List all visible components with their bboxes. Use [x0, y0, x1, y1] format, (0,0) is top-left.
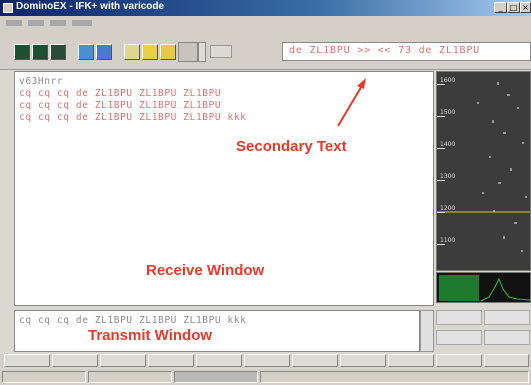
menu-file[interactable] — [6, 20, 22, 26]
macro-button[interactable] — [340, 354, 386, 367]
macro-button[interactable] — [244, 354, 290, 367]
tx-button[interactable] — [32, 44, 48, 60]
receive-line: cq cq cq de ZL1BPU ZL1BPU ZL1BPU kkk — [19, 112, 247, 123]
scale-label: 1200 — [440, 205, 456, 212]
annotation-receive-window: Receive Window — [146, 262, 265, 279]
speed-spinner[interactable] — [198, 42, 206, 62]
side-button-4[interactable] — [484, 330, 530, 345]
macro-button[interactable] — [196, 354, 242, 367]
status-field — [174, 371, 258, 383]
speed-selector[interactable] — [178, 42, 198, 62]
minimize-icon[interactable]: _ — [494, 2, 507, 13]
scale-label: 1500 — [440, 109, 456, 116]
status-field — [260, 371, 529, 383]
side-button-2[interactable] — [484, 310, 530, 325]
receive-line: cq cq cq de ZL1BPU ZL1BPU ZL1BPU — [19, 100, 222, 111]
transmit-scrollbar[interactable] — [420, 310, 434, 352]
window-title: DominoEX - IFK+ with varicode — [16, 1, 165, 12]
side-button-3[interactable] — [436, 330, 482, 345]
menu-bar — [0, 16, 531, 30]
clear-button[interactable] — [96, 44, 112, 60]
macro-button[interactable] — [436, 354, 482, 367]
title-bar: DominoEX - IFK+ with varicode _ □ × — [0, 0, 531, 16]
app-icon — [3, 3, 13, 13]
mode-button[interactable] — [50, 44, 66, 60]
edit-button[interactable] — [142, 44, 158, 60]
status-bar — [0, 369, 531, 385]
status-field — [88, 371, 172, 383]
macro-button[interactable] — [484, 354, 529, 367]
scale-label: 1300 — [440, 173, 456, 180]
macro-button[interactable] — [148, 354, 194, 367]
close-icon[interactable]: × — [520, 2, 531, 13]
macro-button[interactable] — [388, 354, 434, 367]
copy-button[interactable] — [124, 44, 140, 60]
secondary-text-field[interactable]: de ZL1BPU >> << 73 de ZL1BPU — [282, 42, 531, 61]
annotation-secondary-text: Secondary Text — [236, 138, 347, 155]
annotation-arrow — [337, 78, 366, 127]
toolbar: de ZL1BPU >> << 73 de ZL1BPU — [0, 30, 531, 70]
scale-label: 1100 — [440, 237, 456, 244]
rx-button[interactable] — [14, 44, 30, 60]
side-button-1[interactable] — [436, 310, 482, 325]
macro-button[interactable] — [4, 354, 50, 367]
spectrum-display — [436, 272, 531, 303]
save-button[interactable] — [78, 44, 94, 60]
menu-about[interactable] — [72, 20, 92, 26]
macro-button[interactable] — [52, 354, 98, 367]
receive-line: cq cq cq de ZL1BPU ZL1BPU ZL1BPU — [19, 88, 222, 99]
macro-button[interactable] — [100, 354, 146, 367]
scale-label: 1600 — [440, 77, 456, 84]
menu-edit[interactable] — [28, 20, 44, 26]
tune-button[interactable] — [160, 44, 176, 60]
macro-button[interactable] — [292, 354, 338, 367]
annotation-transmit-window: Transmit Window — [88, 327, 213, 344]
macro-bar — [0, 354, 531, 368]
afc-button[interactable] — [210, 45, 232, 58]
maximize-icon[interactable]: □ — [507, 2, 520, 13]
scale-label: 1400 — [440, 141, 456, 148]
status-field — [2, 371, 86, 383]
receive-line: v63Hnrr — [19, 76, 64, 87]
menu-help[interactable] — [50, 20, 66, 26]
secondary-text: de ZL1BPU >> << 73 de ZL1BPU — [289, 45, 480, 56]
transmit-text: cq cq cq de ZL1BPU ZL1BPU ZL1BPU kkk — [19, 315, 247, 326]
waterfall-display[interactable]: 1600 1500 1400 1300 1200 1100 — [436, 71, 531, 271]
transmit-window[interactable]: cq cq cq de ZL1BPU ZL1BPU ZL1BPU kkk — [14, 310, 420, 352]
